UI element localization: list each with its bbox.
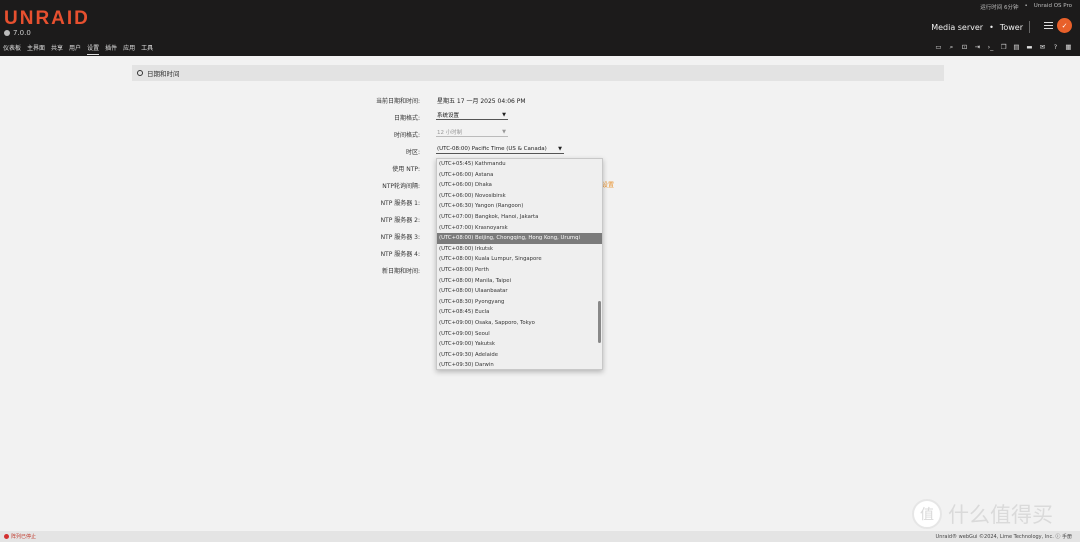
info-icon xyxy=(4,30,10,36)
feedback-icon[interactable]: ✉ xyxy=(1039,44,1046,51)
time-format-select[interactable]: 12 小时制 ▼ xyxy=(436,128,508,137)
current-datetime-value: 星期五 17 一月 2025 04:06 PM xyxy=(437,98,526,105)
nav-tab[interactable]: 设置 xyxy=(87,43,100,55)
timezone-option[interactable]: (UTC+08:00) Manila, Taipei xyxy=(437,276,602,287)
timezone-value: (UTC-08:00) Pacific Time (US & Canada) xyxy=(437,146,547,152)
display-icon[interactable]: ▭ xyxy=(935,44,942,51)
timezone-option[interactable]: (UTC+09:00) Osaka, Sapporo, Tokyo xyxy=(437,318,602,329)
section-header: 日期和时间 xyxy=(132,65,944,81)
info-separator: • xyxy=(1024,3,1028,9)
server-separator: • xyxy=(989,22,994,32)
timezone-select[interactable]: (UTC-08:00) Pacific Time (US & Canada) ▼ xyxy=(436,145,564,154)
nav-tab[interactable]: 共享 xyxy=(51,43,63,55)
nav-tab[interactable]: 插件 xyxy=(105,43,117,55)
main-nav: 仪表板 主界面 共享 用户 设置 插件 应用 工具 xyxy=(3,43,153,55)
timezone-option[interactable]: (UTC+05:45) Kathmandu xyxy=(437,159,602,170)
terminal-icon[interactable]: ›_ xyxy=(987,44,994,51)
brand[interactable]: UNRAID xyxy=(4,8,90,30)
help-icon[interactable]: ? xyxy=(1052,44,1059,51)
edition-text: Unraid OS Pro xyxy=(1033,3,1072,9)
time-format-value: 12 小时制 xyxy=(437,130,463,136)
manual-link[interactable]: ⓘ 手册 xyxy=(1055,534,1072,540)
timezone-option[interactable]: (UTC+08:30) Pyongyang xyxy=(437,297,602,308)
array-status[interactable]: 阵列已停止 xyxy=(4,533,36,540)
new-datetime-label: 新日期和时间: xyxy=(381,268,420,275)
timezone-dropdown-list[interactable]: (UTC+05:45) Kathmandu (UTC+06:00) Astana(… xyxy=(436,158,603,370)
clock-icon xyxy=(137,70,143,76)
timezone-option[interactable]: (UTC+08:00) Kuala Lumpur, Singapore xyxy=(437,254,602,265)
hamburger-menu-icon[interactable] xyxy=(1044,22,1053,29)
paste-icon[interactable]: ▤ xyxy=(1013,44,1020,51)
monitor-icon[interactable]: ▬ xyxy=(1026,44,1033,51)
timezone-option[interactable]: (UTC+08:00) Perth xyxy=(437,265,602,276)
date-format-value: 系统设置 xyxy=(437,113,460,119)
timezone-option[interactable]: (UTC+06:30) Yangon (Rangoon) xyxy=(437,201,602,212)
status-stopped-icon xyxy=(4,534,9,539)
timezone-option[interactable]: (UTC+07:00) Krasnoyarsk xyxy=(437,223,602,234)
time-format-label: 时间格式: xyxy=(393,132,420,139)
toolbar-icons: ▭ ⌕ ⊡ ⇥ ›_ ❐ ▤ ▬ ✉ ? ▦ xyxy=(935,44,1072,51)
version-info[interactable]: 7.0.0 xyxy=(4,29,31,37)
ntp-interval-label: NTP轮询间隔: xyxy=(382,183,420,190)
nav-tab[interactable]: 用户 xyxy=(69,43,81,55)
section-title: 日期和时间 xyxy=(147,70,180,78)
caret-down-icon: ▼ xyxy=(558,146,562,152)
timezone-option[interactable]: (UTC+07:00) Bangkok, Hanoi, Jakarta xyxy=(437,212,602,223)
caret-down-icon: ▼ xyxy=(502,112,506,118)
timezone-option[interactable]: (UTC+08:45) Eucla xyxy=(437,307,602,318)
array-status-text: 阵列已停止 xyxy=(11,534,37,540)
logout-icon[interactable]: ⇥ xyxy=(974,44,981,51)
watermark: 值 什么值得买 xyxy=(912,499,1053,529)
header: UNRAID 7.0.0 运行时间 6分钟 • Unraid OS Pro Me… xyxy=(0,0,1080,56)
version-text: 7.0.0 xyxy=(13,29,31,37)
unraid-logo[interactable]: UNRAID xyxy=(4,8,90,30)
divider xyxy=(1029,21,1030,33)
timezone-option[interactable]: (UTC+08:00) Irkutsk xyxy=(437,244,602,255)
current-datetime-label: 当前日期和时间: xyxy=(375,98,420,105)
manual-text: 手册 xyxy=(1061,534,1072,540)
uptime-text: 运行时间 6分钟 xyxy=(980,5,1019,11)
timezone-option[interactable]: (UTC+08:00) Ulaanbaatar xyxy=(437,286,602,297)
server-identity: Media server • Tower xyxy=(931,21,1030,33)
timezone-option[interactable]: (UTC+09:00) Seoul xyxy=(437,329,602,340)
search-icon[interactable]: ⌕ xyxy=(948,44,955,51)
ntp-label: 使用 NTP: xyxy=(392,166,420,173)
nav-tab[interactable]: 工具 xyxy=(141,43,153,55)
ntp-server-3-label: NTP 服务器 3: xyxy=(380,234,420,241)
timezone-option[interactable]: (UTC+09:00) Yakutsk xyxy=(437,339,602,350)
timezone-label: 时区: xyxy=(405,149,420,156)
caret-down-icon: ▼ xyxy=(502,129,506,135)
ntp-server-4-label: NTP 服务器 4: xyxy=(380,251,420,258)
date-format-select[interactable]: 系统设置 ▼ xyxy=(436,111,508,120)
timezone-option[interactable]: (UTC+06:00) Astana xyxy=(437,170,602,181)
copy-icon[interactable]: ❐ xyxy=(1000,44,1007,51)
grid-icon[interactable]: ▦ xyxy=(1065,44,1072,51)
settings-link[interactable]: 设置 xyxy=(602,180,614,189)
ntp-server-2-label: NTP 服务器 2: xyxy=(380,217,420,224)
dropdown-scrollbar[interactable] xyxy=(598,301,601,343)
nav-tab[interactable]: 主界面 xyxy=(27,43,45,55)
watermark-logo-icon: 值 xyxy=(912,499,942,529)
copyright-text: Unraid® webGui ©2024, Lime Technology, I… xyxy=(935,534,1054,540)
server-name: Tower xyxy=(999,22,1023,32)
timezone-option[interactable]: (UTC+08:00) Beijing, Chongqing, Hong Kon… xyxy=(437,233,602,244)
nav-tab[interactable]: 应用 xyxy=(123,43,135,55)
server-description: Media server xyxy=(931,22,984,32)
date-format-label: 日期格式: xyxy=(393,115,420,122)
timezone-option[interactable]: (UTC+06:00) Novosibirsk xyxy=(437,191,602,202)
lock-icon[interactable]: ⊡ xyxy=(961,44,968,51)
copyright: Unraid® webGui ©2024, Lime Technology, I… xyxy=(936,533,1072,540)
footer: 阵列已停止 Unraid® webGui ©2024, Lime Technol… xyxy=(0,531,1080,542)
timezone-option[interactable]: (UTC+09:30) Adelaide xyxy=(437,350,602,361)
timezone-option[interactable]: (UTC+06:00) Dhaka xyxy=(437,180,602,191)
user-avatar-icon[interactable]: ✓ xyxy=(1057,18,1072,33)
watermark-text: 什么值得买 xyxy=(948,503,1053,527)
timezone-option[interactable]: (UTC+09:30) Darwin xyxy=(437,360,602,369)
nav-tab[interactable]: 仪表板 xyxy=(3,43,21,55)
system-info: 运行时间 6分钟 • Unraid OS Pro xyxy=(980,3,1072,11)
ntp-server-1-label: NTP 服务器 1: xyxy=(380,200,420,207)
